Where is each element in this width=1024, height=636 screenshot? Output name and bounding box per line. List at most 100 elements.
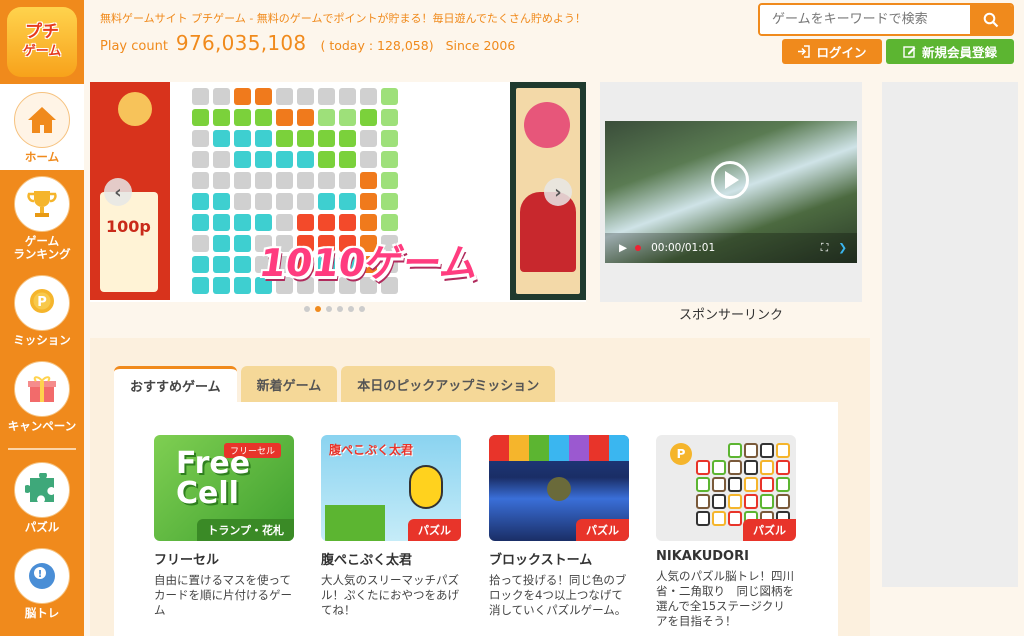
mahjong-tile — [728, 511, 742, 526]
signup-button[interactable]: 新規会員登録 — [886, 39, 1014, 64]
grid-cell — [297, 109, 314, 126]
grid-cell — [318, 151, 335, 168]
sidebar-item-brain[interactable]: ! 脳トレ — [0, 548, 84, 620]
sponsor-video[interactable]: ▶ 00:00/01:01 ⛶ ❯ — [605, 121, 857, 263]
play-count-value: 976,035,108 — [175, 31, 307, 55]
grid-cell — [255, 130, 272, 147]
mahjong-tile — [712, 511, 726, 526]
site-logo[interactable]: プチ ゲーム — [0, 0, 84, 84]
grid-cell — [192, 172, 209, 189]
category-badge: パズル — [408, 519, 461, 541]
grid-cell — [213, 214, 230, 231]
grid-cell — [297, 88, 314, 105]
carousel-prev-button[interactable]: ‹ — [104, 178, 132, 206]
grid-cell — [381, 193, 398, 210]
search-input[interactable] — [760, 5, 970, 34]
sponsor-ad: ▶ 00:00/01:01 ⛶ ❯ — [600, 82, 862, 302]
game-title[interactable]: 腹ぺこぷく太君 — [321, 549, 461, 568]
sidebar-item-home[interactable]: ホーム — [0, 84, 84, 170]
game-title[interactable]: フリーセル — [154, 549, 294, 568]
mahjong-tile — [696, 460, 710, 475]
grid-cell — [339, 88, 356, 105]
game-title[interactable]: NIKAKUDORI — [656, 549, 796, 564]
game-thumbnail[interactable]: 腹ぺこぷく太君 パズル — [321, 435, 461, 541]
tab-pickup-mission[interactable]: 本日のピックアップミッション — [341, 366, 556, 402]
carousel-dot[interactable] — [337, 306, 343, 312]
game-title[interactable]: ブロックストーム — [489, 549, 629, 568]
game-thumbnail[interactable]: パズル — [489, 435, 629, 541]
sidebar-item-puzzle[interactable]: パズル — [0, 462, 84, 534]
sidebar-item-mission[interactable]: P ミッション — [0, 275, 84, 347]
sponsor-link-label: スポンサーリンク — [678, 308, 783, 323]
sidebar-item-label: ホーム — [24, 150, 60, 164]
grid-cell — [318, 214, 335, 231]
gift-icon — [14, 361, 70, 417]
mahjong-tile — [696, 477, 710, 492]
grid-cell — [318, 109, 335, 126]
grid-cell — [213, 109, 230, 126]
grid-cell — [192, 214, 209, 231]
grid-cell — [360, 109, 377, 126]
slide-title: 1010ゲーム — [256, 241, 482, 285]
category-badge: パズル — [743, 519, 796, 541]
medal-icon: P — [14, 275, 70, 331]
edit-icon — [903, 46, 916, 58]
grid-cell — [192, 151, 209, 168]
grid-cell — [297, 151, 314, 168]
grid-cell — [213, 88, 230, 105]
grid-cell — [255, 109, 272, 126]
category-badge: パズル — [576, 519, 629, 541]
grid-cell — [234, 256, 251, 273]
carousel-next-button[interactable]: › — [544, 178, 572, 206]
login-button[interactable]: ログイン — [782, 39, 882, 64]
fullscreen-icon[interactable]: ⛶ — [821, 242, 828, 255]
login-label: ログイン — [816, 45, 867, 60]
carousel-dot[interactable] — [304, 306, 310, 312]
carousel-dot[interactable] — [315, 306, 321, 312]
play-count-label: Play count — [100, 39, 168, 54]
tab-recommended[interactable]: おすすめゲーム — [114, 366, 237, 402]
featured-carousel[interactable]: 100p 1010ゲーム ‹ › — [90, 82, 586, 302]
mahjong-tile — [712, 477, 726, 492]
mahjong-tile — [696, 494, 710, 509]
game-thumbnail[interactable]: フリーセル Free Cell トランプ・花札 — [154, 435, 294, 541]
character-image — [409, 465, 443, 509]
grid-cell — [339, 109, 356, 126]
grid-cell — [213, 235, 230, 252]
logo-line2: ゲーム — [22, 44, 62, 59]
tab-new[interactable]: 新着ゲーム — [240, 366, 338, 402]
grid-cell — [234, 193, 251, 210]
sidebar-item-label: ミッション — [13, 333, 71, 347]
mahjong-tile — [712, 460, 726, 475]
game-card-freecell[interactable]: フリーセル Free Cell トランプ・花札 フリーセル 自由に置けるマスを使っ… — [154, 435, 294, 618]
grid-cell — [339, 193, 356, 210]
search-button[interactable] — [970, 5, 1012, 34]
slide-1010-game[interactable]: 1010ゲーム — [180, 82, 510, 300]
carousel-dot[interactable] — [359, 306, 365, 312]
grid-cell — [192, 88, 209, 105]
grid-cell — [360, 214, 377, 231]
grid-cell — [255, 172, 272, 189]
logo-mark: プチ ゲーム — [7, 7, 77, 77]
game-thumbnail[interactable]: P パズル — [656, 435, 796, 541]
mahjong-tile — [760, 443, 774, 458]
grid-cell — [381, 151, 398, 168]
grid-cell — [276, 151, 293, 168]
logo-line1: プチ — [25, 22, 59, 42]
grid-cell — [192, 130, 209, 147]
game-card-nikakudori[interactable]: P パズル NIKAKUDORI 人気のパズル脳トレ！四川省・二角取り 同じ図柄… — [656, 435, 796, 629]
carousel-dot[interactable] — [348, 306, 354, 312]
carousel-dot[interactable] — [326, 306, 332, 312]
search-icon — [983, 12, 999, 27]
grid-cell — [255, 88, 272, 105]
grid-cell — [381, 130, 398, 147]
game-card-pukuta[interactable]: 腹ぺこぷく太君 パズル 腹ぺこぷく太君 大人気のスリーマッチパズル！ぷくたにおや… — [321, 435, 461, 618]
sidebar-item-ranking[interactable]: ゲーム ランキング — [0, 176, 84, 261]
forward-icon[interactable]: ❯ — [838, 242, 847, 254]
sidebar-item-campaign[interactable]: キャンペーン — [0, 361, 84, 433]
play-small-icon[interactable]: ▶ — [619, 242, 627, 254]
mahjong-tile — [728, 494, 742, 509]
grid-cell — [234, 151, 251, 168]
grid-cell — [276, 172, 293, 189]
game-card-blockstorm[interactable]: パズル ブロックストーム 拾って投げる！同じ色のブロックを4つ以上つなげて消して… — [489, 435, 629, 618]
